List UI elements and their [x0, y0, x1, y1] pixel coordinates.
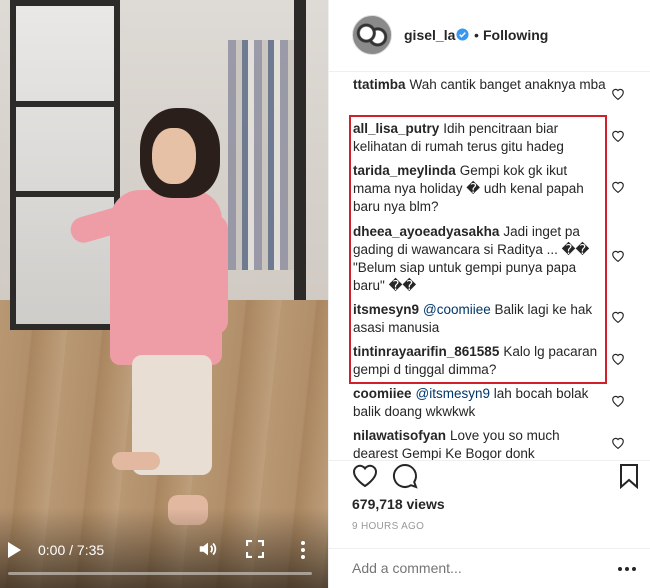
volume-icon[interactable]	[197, 538, 219, 560]
view-count[interactable]: 679,718 views	[352, 496, 445, 512]
video-glass-door	[10, 0, 120, 330]
separator-dot: •	[474, 27, 479, 43]
more-options-icon[interactable]	[618, 567, 636, 571]
comment-item: coomiiee @itsmesyn9 lah bocah bolak balik…	[353, 385, 608, 421]
comment-item: tintinrayaarifin_861585 Kalo lg pacaran g…	[353, 343, 608, 379]
comment-like-icon[interactable]	[611, 436, 625, 449]
post-username[interactable]: gisel_la	[404, 27, 455, 43]
comment-username[interactable]: itsmesyn9	[353, 302, 419, 317]
comment-username[interactable]: ttatimba	[353, 77, 406, 92]
video-child	[110, 190, 222, 365]
bookmark-icon[interactable]	[619, 463, 639, 489]
video-controls: 0:00 / 7:35	[0, 532, 328, 572]
comment-username[interactable]: coomiiee	[353, 386, 412, 401]
comment-like-icon[interactable]	[611, 249, 625, 262]
comment-like-icon[interactable]	[611, 352, 625, 365]
post-timestamp: 9 HOURS AGO	[352, 521, 425, 532]
comment-like-icon[interactable]	[611, 87, 625, 100]
comment-like-icon[interactable]	[611, 310, 625, 323]
more-options-icon[interactable]	[298, 540, 308, 560]
post-actions	[329, 460, 650, 500]
comment-item: all_lisa_putry Idih pencitraan biar kelih…	[353, 120, 608, 156]
comment-username[interactable]: all_lisa_putry	[353, 121, 439, 136]
post-header: gisel_la • Following	[329, 0, 650, 72]
video-wardrobe	[228, 40, 298, 270]
avatar[interactable]	[352, 15, 392, 55]
fullscreen-icon[interactable]	[246, 540, 264, 558]
comment-item: tarida_meylinda Gempi kok gk ikut mama ny…	[353, 162, 608, 216]
comments-list[interactable]: ttatimba Wah cantik banget anaknya mba al…	[329, 72, 650, 460]
add-comment-bar	[328, 548, 650, 588]
comment-text: Wah cantik banget anaknya mba	[409, 77, 606, 92]
comment-icon[interactable]	[392, 463, 418, 489]
verified-badge-icon	[456, 28, 469, 41]
video-door-frame	[294, 0, 306, 300]
comment-like-icon[interactable]	[611, 394, 625, 407]
video-player[interactable]: 0:00 / 7:35	[0, 0, 328, 588]
comment-item: nilawatisofyan Love you so much dearest G…	[353, 427, 608, 460]
comment-username[interactable]: tarida_meylinda	[353, 163, 456, 178]
comment-mention[interactable]: @coomiiee	[423, 302, 491, 317]
play-icon[interactable]	[8, 542, 21, 558]
follow-status-button[interactable]: Following	[483, 27, 548, 43]
comment-item: ttatimba Wah cantik banget anaknya mba	[353, 76, 608, 94]
heart-icon[interactable]	[352, 464, 378, 488]
comment-like-icon[interactable]	[611, 129, 625, 142]
video-time: 0:00 / 7:35	[38, 542, 105, 558]
add-comment-input[interactable]	[352, 560, 582, 576]
comment-item: itsmesyn9 @coomiiee Balik lagi ke hak asa…	[353, 301, 608, 337]
comment-like-icon[interactable]	[611, 180, 625, 193]
comment-username[interactable]: dheea_ayoeadyasakha	[353, 224, 499, 239]
comment-item: dheea_ayoeadyasakha Jadi inget pa gading …	[353, 223, 608, 295]
video-progress-bar[interactable]	[8, 572, 312, 575]
comment-username[interactable]: tintinrayaarifin_861585	[353, 344, 499, 359]
comment-username[interactable]: nilawatisofyan	[353, 428, 446, 443]
comment-mention[interactable]: @itsmesyn9	[416, 386, 490, 401]
